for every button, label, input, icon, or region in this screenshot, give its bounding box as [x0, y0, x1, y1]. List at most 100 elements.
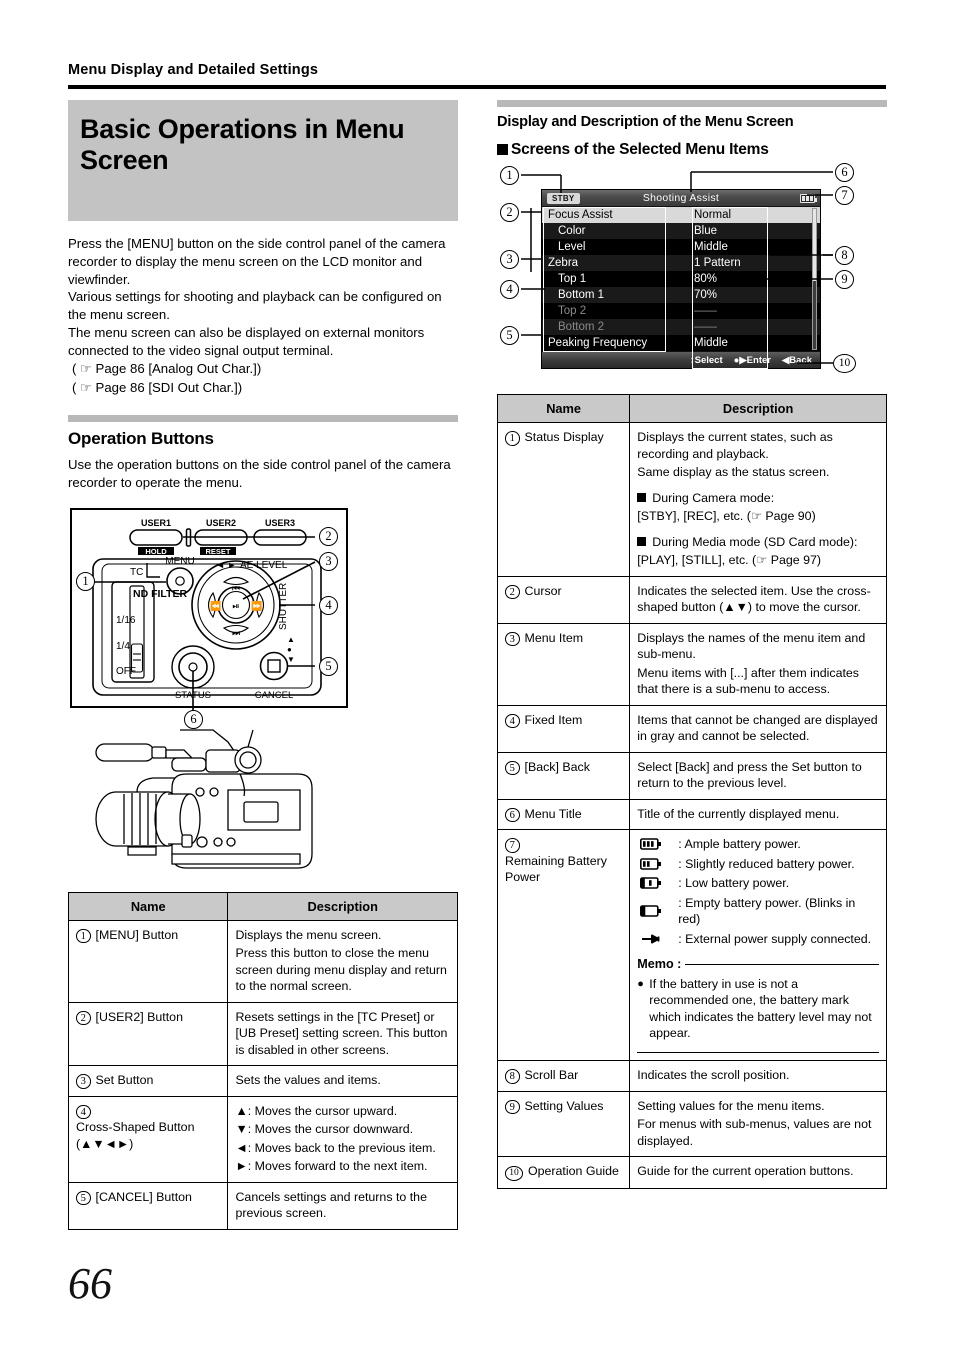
menu-row[interactable]: Focus Assist Normal: [542, 207, 820, 224]
menu-row[interactable]: Level Middle: [542, 239, 820, 255]
subsection-title-text: Screens of the Selected Menu Items: [511, 141, 769, 159]
guide-enter: ●▶Enter: [733, 354, 771, 366]
table-row: 5 [Back] Back Select [Back] and press the…: [496, 751, 887, 800]
svg-text:⏪: ⏪: [210, 600, 221, 611]
column-header-name: Name: [67, 891, 229, 921]
row-name-cell: 1 [MENU] Button: [67, 919, 229, 1003]
row-number-badge: 8: [505, 1069, 520, 1084]
memo-end-rule: [637, 1051, 879, 1054]
row-name-cell: 6 Menu Title: [496, 798, 631, 831]
scroll-bar[interactable]: [812, 208, 817, 351]
filled-square-icon: [497, 144, 508, 156]
row-name-cell: 3 Set Button: [67, 1065, 229, 1097]
row-name-label: Cursor: [524, 583, 562, 598]
menu-callout-7: 7: [835, 186, 854, 206]
row-desc-cell: Indicates the scroll position.: [629, 1060, 887, 1092]
running-head: Menu Display and Detailed Settings: [68, 62, 319, 78]
desc-bullet-block: During Media mode (SD Card mode):: [637, 534, 879, 551]
menu-item-value: ——: [694, 305, 717, 318]
row-name-label: Fixed Item: [524, 712, 583, 727]
power-plug-icon: [637, 933, 671, 945]
section-intro-text: Use the operation buttons on the side co…: [68, 456, 451, 490]
table-row: 4Cross-Shaped Button (▲▼◄►) ▲: Moves the…: [67, 1095, 458, 1183]
row-desc-cell: Title of the currently displayed menu.: [629, 798, 887, 831]
panel-callout-6: 6: [184, 709, 203, 729]
column-header-description: Description: [629, 394, 887, 424]
svg-text:⏩: ⏩: [251, 600, 262, 611]
row-name-label: Status Display: [524, 430, 604, 445]
row-name-cell: 8 Scroll Bar: [496, 1060, 631, 1092]
menu-callout-4: 4: [500, 280, 519, 300]
row-name-cell: 7Remaining Battery Power: [496, 829, 631, 1062]
page-title: Basic Operations in Menu Screen: [80, 114, 405, 176]
battery-level-text: : External power supply connected.: [678, 931, 872, 946]
label-ae-level: AE LEVEL: [240, 560, 288, 571]
row-name-label: [USER2] Button: [95, 1009, 183, 1024]
menu-row[interactable]: Zebra 1 Pattern: [542, 255, 820, 272]
desc-line: Displays the names of the menu item and …: [637, 630, 866, 662]
panel-callout-5: 5: [319, 656, 338, 676]
desc-line: Indicates the selected item. Use the cro…: [637, 583, 871, 615]
menu-row[interactable]: Top 1 80%: [542, 271, 820, 287]
row-name-label: [MENU] Button: [95, 927, 179, 942]
row-number-badge: 2: [505, 584, 520, 600]
menu-item-value: 80%: [694, 273, 718, 286]
battery-level-item: : Ample battery power.: [637, 836, 879, 853]
desc-line: During Camera mode:: [652, 490, 775, 505]
page-number: 66: [68, 1259, 112, 1308]
desc-line: ▼: Moves the cursor downward.: [235, 1122, 414, 1137]
desc-line: During Media mode (SD Card mode):: [652, 534, 858, 549]
menu-row[interactable]: Color Blue: [542, 223, 820, 240]
battery-level-text: : Low battery power.: [678, 876, 790, 891]
memo-text: If the battery in use is not a recommend…: [649, 976, 872, 1041]
bullet-icon: ●: [637, 977, 644, 990]
panel-callout-2: 2: [319, 526, 338, 546]
menu-item-label: Bottom 1: [558, 289, 605, 302]
label-nd-filter: ND FILTER: [133, 588, 187, 600]
filled-square-icon: [637, 492, 647, 502]
row-number-badge: 4: [505, 713, 520, 729]
desc-line: Menu items with [...] after them indicat…: [637, 665, 859, 697]
table-header-row: Name Description: [496, 394, 887, 424]
row-name-label: [CANCEL] Button: [95, 1189, 192, 1204]
menu-item-label: Bottom 2: [558, 321, 605, 334]
scroll-thumb[interactable]: [813, 209, 816, 282]
memo-rule: [685, 963, 879, 966]
desc-line: ►: Moves forward to the next item.: [235, 1159, 428, 1174]
battery-full-icon: [637, 838, 671, 851]
menu-row-fixed: Top 2 ——: [542, 303, 820, 319]
filled-square-icon: [637, 536, 647, 546]
row-name-label: Setting Values: [524, 1098, 604, 1113]
menu-row[interactable]: Bottom 1 70%: [542, 287, 820, 304]
running-head-rule: [68, 85, 886, 89]
column-header-description: Description: [227, 891, 458, 921]
menu-item-value: Middle: [694, 241, 728, 254]
battery-level-item: : External power supply connected.: [637, 931, 879, 948]
row-name-label: Operation Guide: [528, 1164, 619, 1179]
table-row: 3 Set Button Sets the values and items.: [67, 1065, 458, 1097]
menu-item-value: ——: [694, 321, 717, 334]
table-row: 4 Fixed Item Items that cannot be changed…: [496, 704, 887, 753]
table-row: 10 Operation Guide Guide for the current …: [496, 1156, 887, 1189]
menu-callout-2: 2: [500, 203, 519, 223]
menu-item-value: 1 Pattern: [694, 257, 741, 270]
menu-callout-8: 8: [835, 246, 854, 266]
table-row: 6 Menu Title Title of the currently displ…: [496, 798, 887, 831]
battery-level-text: : Ample battery power.: [678, 837, 801, 852]
table-row: 2 Cursor Indicates the selected item. Use…: [496, 575, 887, 624]
menu-row[interactable]: Peaking Frequency Middle: [542, 335, 820, 351]
row-name-label: Scroll Bar: [524, 1068, 579, 1083]
lcd-menu-screen: STBY Shooting Assist Focus Assist Normal…: [541, 189, 821, 370]
menu-screen-description-table: Name Description 1 Status Display Display…: [496, 394, 887, 1189]
desc-line: Sets the values and items.: [235, 1073, 381, 1088]
row-number-badge: 6: [505, 807, 520, 823]
desc-line: Displays the menu screen.: [235, 927, 382, 942]
row-desc-cell: Guide for the current operation buttons.: [629, 1156, 887, 1189]
table-row: 1 [MENU] Button Displays the menu screen.…: [67, 919, 458, 1003]
desc-line: Title of the currently displayed menu.: [637, 806, 840, 821]
desc-line: [PLAY], [STILL], etc. (☞ Page 97): [637, 553, 821, 568]
row-name-cell: 5 [Back] Back: [496, 751, 631, 800]
desc-line: [STBY], [REC], etc. (☞ Page 90): [637, 509, 816, 524]
row-number-badge: 5: [505, 760, 520, 776]
label-nd-off: OFF: [116, 666, 136, 677]
